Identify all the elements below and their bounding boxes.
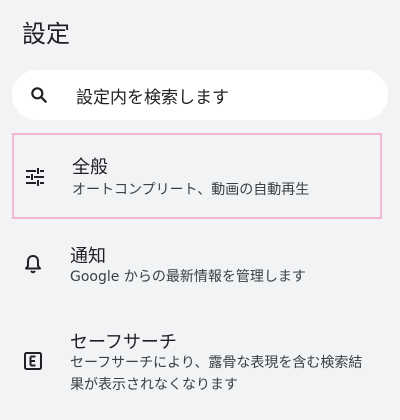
settings-item-title: 全般 [72, 157, 108, 178]
settings-item-subtitle: セーフサーチにより、露骨な表現を含む検索結果が表示されなくなります [70, 355, 363, 393]
page-title: 設定 [22, 20, 70, 48]
settings-item-title: セーフサーチ [70, 332, 177, 353]
settings-item-safesearch[interactable]: セーフサーチ セーフサーチにより、露骨な表現を含む検索結果が表示されなくなります [12, 318, 382, 418]
bell-icon [22, 253, 44, 275]
settings-item-general[interactable]: 全般 オートコンプリート、動画の自動再生 [12, 133, 382, 219]
tune-sliders-icon [24, 166, 46, 188]
settings-item-notifications[interactable]: 通知 Google からの最新情報を管理します [12, 230, 382, 298]
search-icon [28, 84, 50, 106]
search-bar[interactable]: 設定内を検索します [12, 70, 388, 120]
settings-item-title: 通知 [70, 246, 106, 267]
settings-item-subtitle: Google からの最新情報を管理します [70, 269, 306, 285]
settings-item-subtitle: オートコンプリート、動画の自動再生 [72, 182, 310, 198]
explicit-e-icon [22, 350, 44, 372]
search-placeholder: 設定内を検索します [76, 87, 229, 108]
